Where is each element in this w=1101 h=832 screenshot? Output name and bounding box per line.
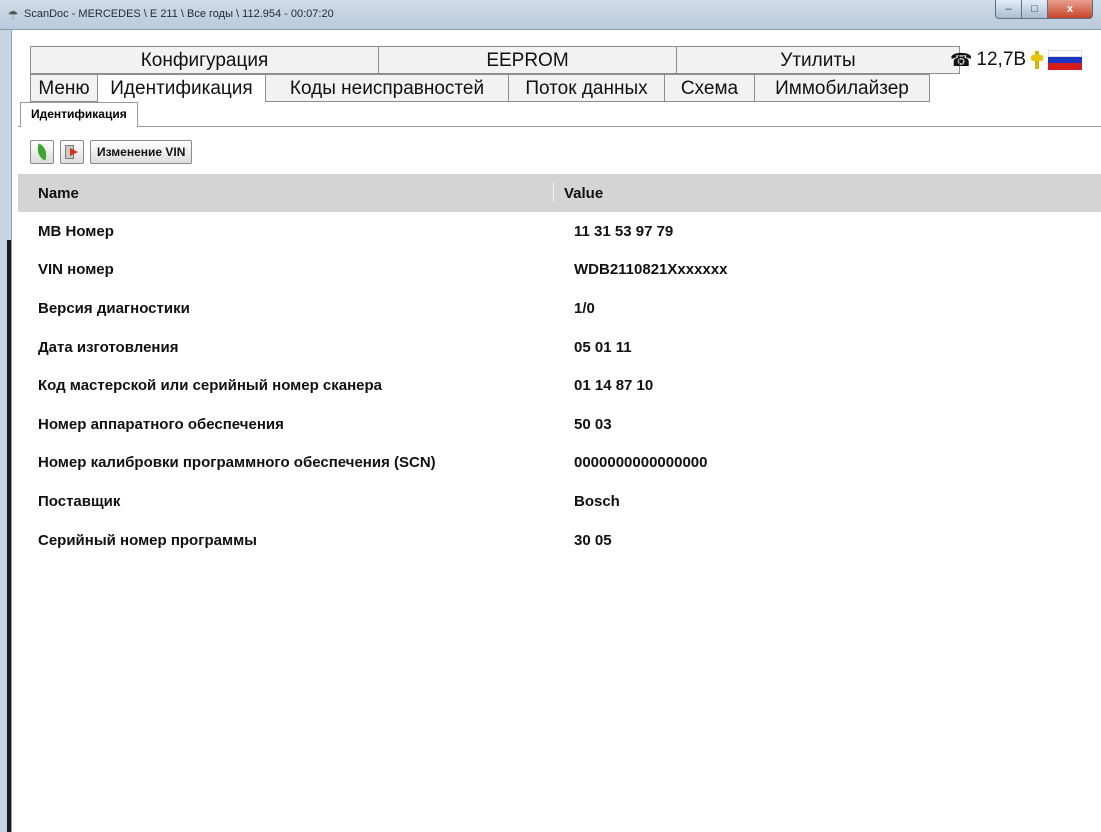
minimize-button[interactable]: – (995, 0, 1022, 19)
read-button[interactable] (30, 140, 54, 164)
window-left-frame (0, 30, 12, 832)
plug-icon (1030, 51, 1044, 69)
table-row[interactable]: Версия диагностики 1/0 (18, 289, 1101, 328)
table-row[interactable]: Код мастерской или серийный номер сканер… (18, 366, 1101, 405)
title-bar: ☂ ScanDoc - MERCEDES \ E 211 \ Все годы … (0, 0, 1101, 30)
row-name: Номер калибровки программного обеспечени… (38, 454, 436, 472)
tab-row-top: Конфигурация EEPROM Утилиты (30, 46, 960, 74)
tab-utilities[interactable]: Утилиты (676, 46, 960, 74)
table-row[interactable]: VIN номер WDB2110821Xxxxxxx (18, 251, 1101, 290)
row-value: 05 01 11 (574, 338, 632, 356)
subtab-divider (18, 126, 1101, 127)
leaf-icon (33, 143, 51, 161)
table-row[interactable]: Номер калибровки программного обеспечени… (18, 444, 1101, 483)
window-controls: – □ x (995, 0, 1093, 20)
row-name: Код мастерской или серийный номер сканер… (38, 377, 383, 395)
subtab-identification[interactable]: Идентификация (20, 102, 138, 127)
column-header-value[interactable]: Value (554, 185, 603, 202)
voltage-readout: 12,7В (976, 49, 1027, 70)
splitter-handle[interactable] (7, 240, 11, 832)
identification-table: Name Value MB Номер 11 31 53 97 79 VIN н… (18, 174, 1101, 559)
status-area: ☎ 12,7В (950, 46, 1101, 74)
tab-identification[interactable]: Идентификация (97, 74, 265, 104)
row-name: Поставщик (38, 492, 121, 510)
tab-immobilizer[interactable]: Иммобилайзер (754, 74, 930, 102)
tab-configuration[interactable]: Конфигурация (30, 46, 378, 74)
table-row[interactable]: Дата изготовления 05 01 11 (18, 328, 1101, 367)
maximize-button[interactable]: □ (1022, 0, 1048, 19)
row-name: Серийный номер программы (38, 531, 257, 549)
flag-icon[interactable] (1048, 50, 1083, 70)
table-header: Name Value (18, 174, 1101, 212)
row-value: WDB2110821Xxxxxxx (574, 261, 728, 279)
phone-icon: ☎ (950, 49, 973, 70)
exit-button[interactable] (60, 140, 84, 164)
row-name: VIN номер (38, 261, 114, 279)
window-title: ScanDoc - MERCEDES \ E 211 \ Все годы \ … (24, 8, 334, 20)
exit-icon (65, 145, 79, 159)
tab-row-bottom: Меню Идентификация Коды неисправностей П… (30, 74, 930, 104)
row-value: 01 14 87 10 (574, 377, 654, 395)
row-value: 11 31 53 97 79 (574, 222, 674, 240)
main-content: Конфигурация EEPROM Утилиты ☎ 12,7В Меню… (12, 30, 1101, 832)
change-vin-button[interactable]: Изменение VIN (90, 140, 193, 164)
row-value: 1/0 (574, 299, 595, 317)
row-name: Версия диагностики (38, 299, 190, 317)
close-button[interactable]: x (1048, 0, 1093, 19)
row-value: 50 03 (574, 415, 612, 433)
row-value: Bosch (574, 492, 620, 510)
tab-data-stream[interactable]: Поток данных (508, 74, 664, 102)
tab-diagram[interactable]: Схема (664, 74, 754, 102)
row-name: MB Номер (38, 222, 114, 240)
tab-eeprom[interactable]: EEPROM (378, 46, 676, 74)
table-row[interactable]: MB Номер 11 31 53 97 79 (18, 212, 1101, 251)
row-name: Дата изготовления (38, 338, 179, 356)
row-value: 30 05 (574, 531, 612, 549)
tab-fault-codes[interactable]: Коды неисправностей (265, 74, 508, 102)
table-row[interactable]: Серийный номер программы 30 05 (18, 521, 1101, 560)
tab-menu[interactable]: Меню (30, 74, 97, 102)
column-header-name[interactable]: Name (18, 181, 554, 202)
row-name: Номер аппаратного обеспечения (38, 415, 284, 433)
row-value: 0000000000000000 (574, 454, 708, 472)
app-icon: ☂ (7, 8, 19, 22)
table-row[interactable]: Поставщик Bosch (18, 482, 1101, 521)
table-row[interactable]: Номер аппаратного обеспечения 50 03 (18, 405, 1101, 444)
toolbar: Изменение VIN (30, 140, 193, 164)
